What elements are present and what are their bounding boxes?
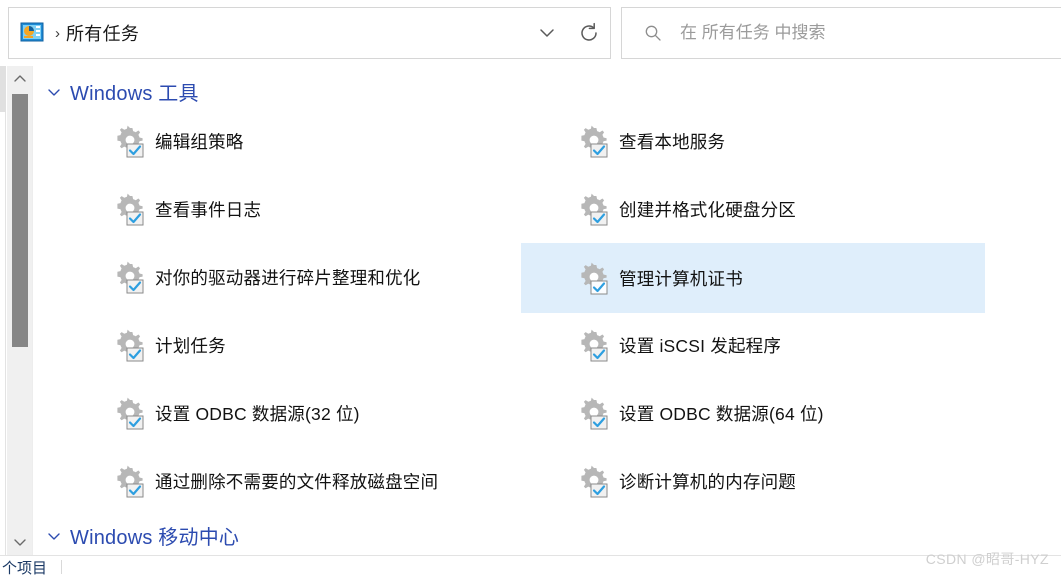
list-item-label: 设置 iSCSI 发起程序 xyxy=(619,335,782,356)
group-header-windows-mobility-center[interactable]: Windows 移动中心 xyxy=(47,521,239,550)
search-box[interactable] xyxy=(621,7,1061,59)
refresh-icon[interactable] xyxy=(568,12,610,54)
list-item[interactable]: 查看本地服务 xyxy=(521,109,985,173)
group-title: Windows 移动中心 xyxy=(70,527,240,549)
gear-check-icon xyxy=(110,121,150,161)
chevron-down-icon[interactable] xyxy=(526,12,568,54)
list-item-label: 设置 ODBC 数据源(32 位) xyxy=(155,403,360,424)
list-item-label: 通过删除不需要的文件释放磁盘空间 xyxy=(155,471,439,492)
search-input[interactable] xyxy=(680,23,1030,43)
file-explorer-window: › 所有任务 在 所有任务 中搜索 Windows 工具 编辑组策略 查看事件日… xyxy=(0,0,1061,577)
list-item[interactable]: 诊断计算机的内存问题 xyxy=(521,449,985,513)
group-title: Windows 工具 xyxy=(70,83,199,105)
list-item-label: 创建并格式化硬盘分区 xyxy=(619,199,796,220)
list-item[interactable]: 设置 ODBC 数据源(64 位) xyxy=(521,381,985,445)
watermark: CSDN @昭哥-HYZ xyxy=(925,551,1049,567)
list-item-label: 管理计算机证书 xyxy=(619,268,743,289)
gear-check-icon xyxy=(574,461,614,501)
breadcrumb-separator: › xyxy=(55,24,60,42)
control-panel-icon xyxy=(19,19,47,47)
list-item[interactable]: 通过删除不需要的文件释放磁盘空间 xyxy=(57,449,521,513)
list-item[interactable]: 编辑组策略 xyxy=(57,109,521,173)
list-item-label: 编辑组策略 xyxy=(155,131,244,152)
window-toolbar: › 所有任务 xyxy=(0,0,1061,66)
gear-check-icon xyxy=(110,257,150,297)
gear-check-icon xyxy=(110,325,150,365)
scrollbar-thumb[interactable] xyxy=(12,94,28,347)
pane-left-edge xyxy=(0,66,6,555)
list-item[interactable]: 计划任务 xyxy=(57,313,521,377)
status-bar: 个项目 xyxy=(0,555,1061,577)
list-item-selected[interactable]: 管理计算机证书 xyxy=(521,243,985,313)
list-item-label: 对你的驱动器进行碎片整理和优化 xyxy=(155,267,421,288)
gear-check-icon xyxy=(574,393,614,433)
chevron-down-icon[interactable] xyxy=(47,85,61,99)
list-item-label: 诊断计算机的内存问题 xyxy=(619,471,796,492)
gear-check-icon xyxy=(574,258,614,298)
gear-check-icon xyxy=(110,461,150,501)
gear-check-icon xyxy=(574,325,614,365)
list-item[interactable]: 设置 ODBC 数据源(32 位) xyxy=(57,381,521,445)
scroll-down-button[interactable] xyxy=(7,529,33,555)
vertical-scrollbar[interactable] xyxy=(7,66,33,555)
items-view: Windows 工具 编辑组策略 查看事件日志 对你的驱动器进行碎片整理和优化 … xyxy=(0,66,1061,555)
status-separator xyxy=(61,559,63,574)
list-item-label: 查看事件日志 xyxy=(155,199,262,220)
gear-check-icon xyxy=(574,189,614,229)
gear-check-icon xyxy=(110,189,150,229)
pane-left-edge-highlight xyxy=(0,66,6,112)
list-item-label: 查看本地服务 xyxy=(619,131,726,152)
list-item[interactable]: 对你的驱动器进行碎片整理和优化 xyxy=(57,245,521,309)
gear-check-icon xyxy=(574,121,614,161)
address-bar[interactable]: › 所有任务 xyxy=(8,7,611,59)
list-item[interactable]: 设置 iSCSI 发起程序 xyxy=(521,313,985,377)
list-item-label: 计划任务 xyxy=(155,335,226,356)
status-item-count: 个项目 xyxy=(2,560,48,577)
group-header-windows-tools[interactable]: Windows 工具 xyxy=(47,77,199,106)
chevron-down-icon[interactable] xyxy=(47,529,61,543)
search-icon xyxy=(644,24,662,42)
list-item-label: 设置 ODBC 数据源(64 位) xyxy=(619,403,824,424)
gear-check-icon xyxy=(110,393,150,433)
list-item[interactable]: 查看事件日志 xyxy=(57,177,521,241)
list-item[interactable]: 创建并格式化硬盘分区 xyxy=(521,177,985,241)
breadcrumb-path[interactable]: 所有任务 xyxy=(66,20,139,46)
scroll-up-button[interactable] xyxy=(7,66,33,92)
